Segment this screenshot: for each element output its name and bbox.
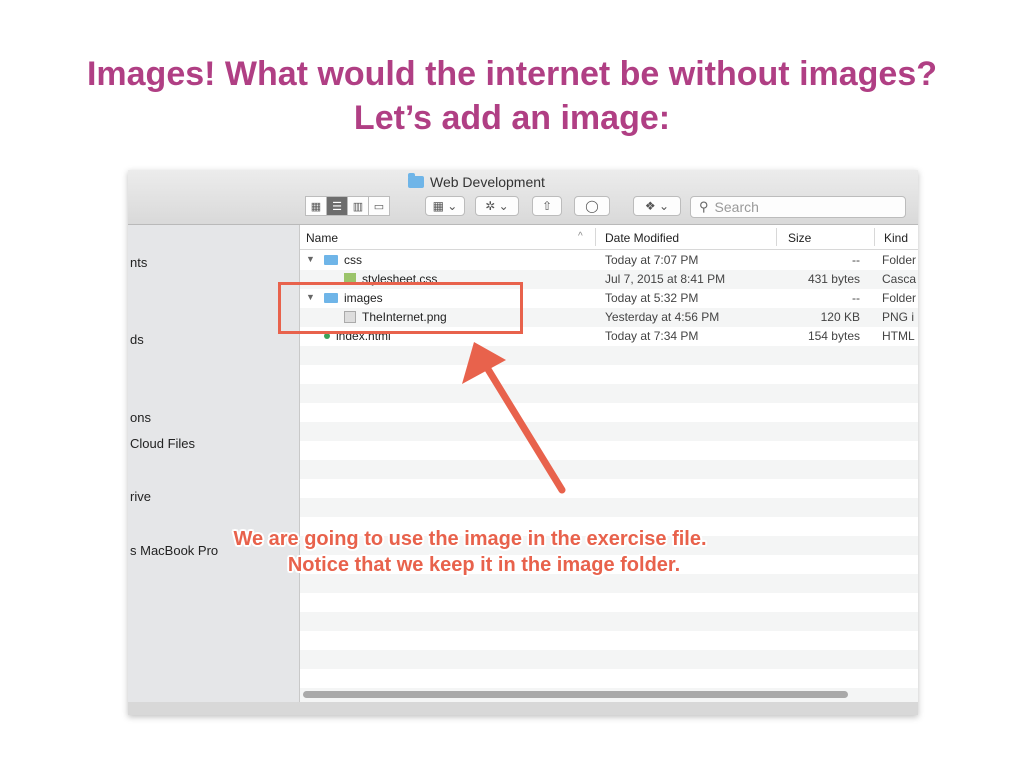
annotation-line2: Notice that we keep it in the image fold…: [287, 554, 681, 576]
arrow-icon: [462, 342, 566, 494]
annotation-line1: We are going to use the image in the exe…: [233, 528, 707, 550]
